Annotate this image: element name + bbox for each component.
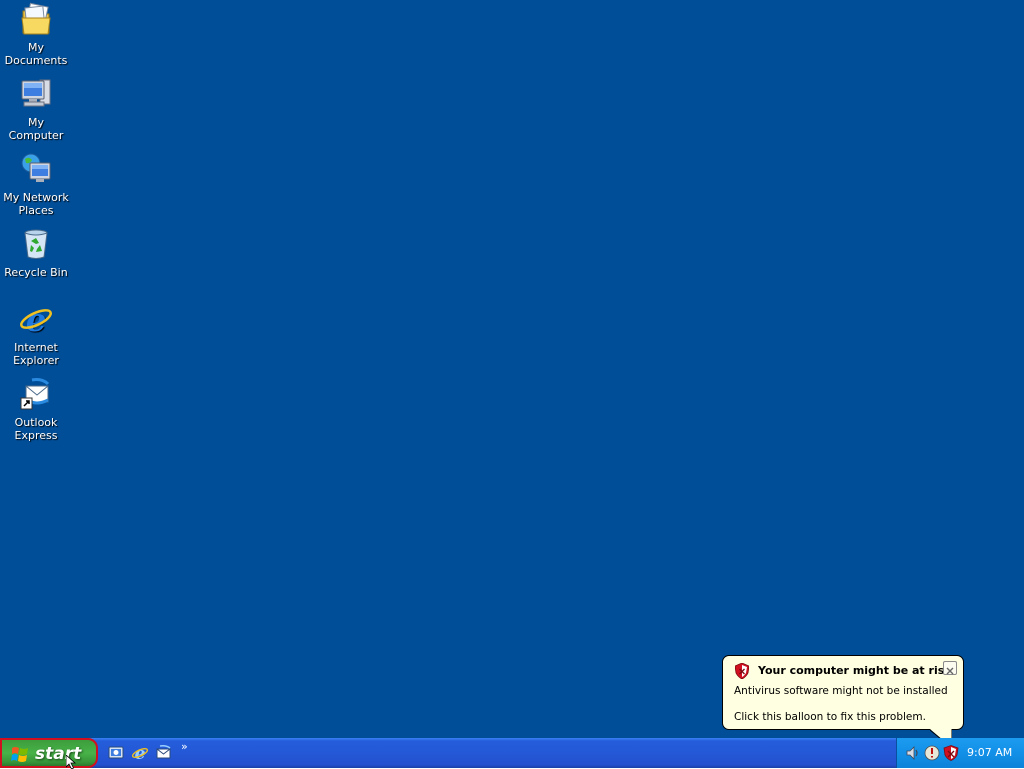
show-desktop-icon[interactable] <box>107 744 125 762</box>
desktop-icon-my-computer[interactable]: My Computer <box>0 76 72 142</box>
internet-explorer-icon[interactable]: e <box>131 744 149 762</box>
balloon-action-text: Click this balloon to fix this problem. <box>734 711 926 723</box>
desktop-icon-label: Internet Explorer <box>13 341 59 367</box>
recycle-bin-icon <box>24 229 48 259</box>
security-alert-icon[interactable] <box>924 745 940 761</box>
desktop-icon-label: My Documents <box>4 41 68 67</box>
desktop-icon-my-network-places[interactable]: My Network Places <box>0 151 72 217</box>
taskbar: start e » 9:07 AM <box>0 738 1024 768</box>
security-alert-balloon[interactable]: Your computer might be at risk Antivirus… <box>722 655 964 749</box>
security-center-shield-icon[interactable] <box>943 745 959 761</box>
outlook-express-icon[interactable] <box>154 744 172 762</box>
desktop: My Documents My Computer My Network Plac… <box>0 0 1024 738</box>
balloon-message: Antivirus software might not be installe… <box>734 685 948 697</box>
desktop-icon-recycle-bin[interactable]: Recycle Bin <box>0 226 72 279</box>
balloon-title: Your computer might be at risk <box>758 664 952 677</box>
svg-text:e: e <box>135 744 146 762</box>
desktop-icon-outlook-express[interactable]: Outlook Express <box>0 376 72 442</box>
close-icon <box>946 667 954 675</box>
outlook-express-icon <box>20 378 50 410</box>
desktop-icon-my-documents[interactable]: My Documents <box>0 1 72 67</box>
my-documents-icon <box>21 2 51 35</box>
windows-flag-icon <box>11 747 28 762</box>
system-tray: 9:07 AM <box>896 738 1024 768</box>
internet-explorer-icon: e <box>20 301 52 337</box>
start-button[interactable]: start <box>0 738 98 768</box>
desktop-icon-label: Recycle Bin <box>4 266 68 279</box>
desktop-icon-label: My Network Places <box>3 191 69 217</box>
desktop-icon-internet-explorer[interactable]: e Internet Explorer <box>0 301 72 367</box>
mouse-cursor-icon <box>66 755 77 769</box>
balloon-close-button[interactable] <box>943 661 957 675</box>
quick-launch-more-button[interactable]: » <box>181 740 188 753</box>
my-network-places-icon <box>21 153 51 182</box>
desktop-icon-label: My Computer <box>8 116 64 142</box>
my-computer-icon <box>21 79 51 107</box>
shield-warning-icon <box>735 663 749 679</box>
clock[interactable]: 9:07 AM <box>967 746 1012 759</box>
svg-text:e: e <box>26 301 46 337</box>
desktop-icon-label: Outlook Express <box>14 416 58 442</box>
volume-icon[interactable] <box>905 745 921 761</box>
